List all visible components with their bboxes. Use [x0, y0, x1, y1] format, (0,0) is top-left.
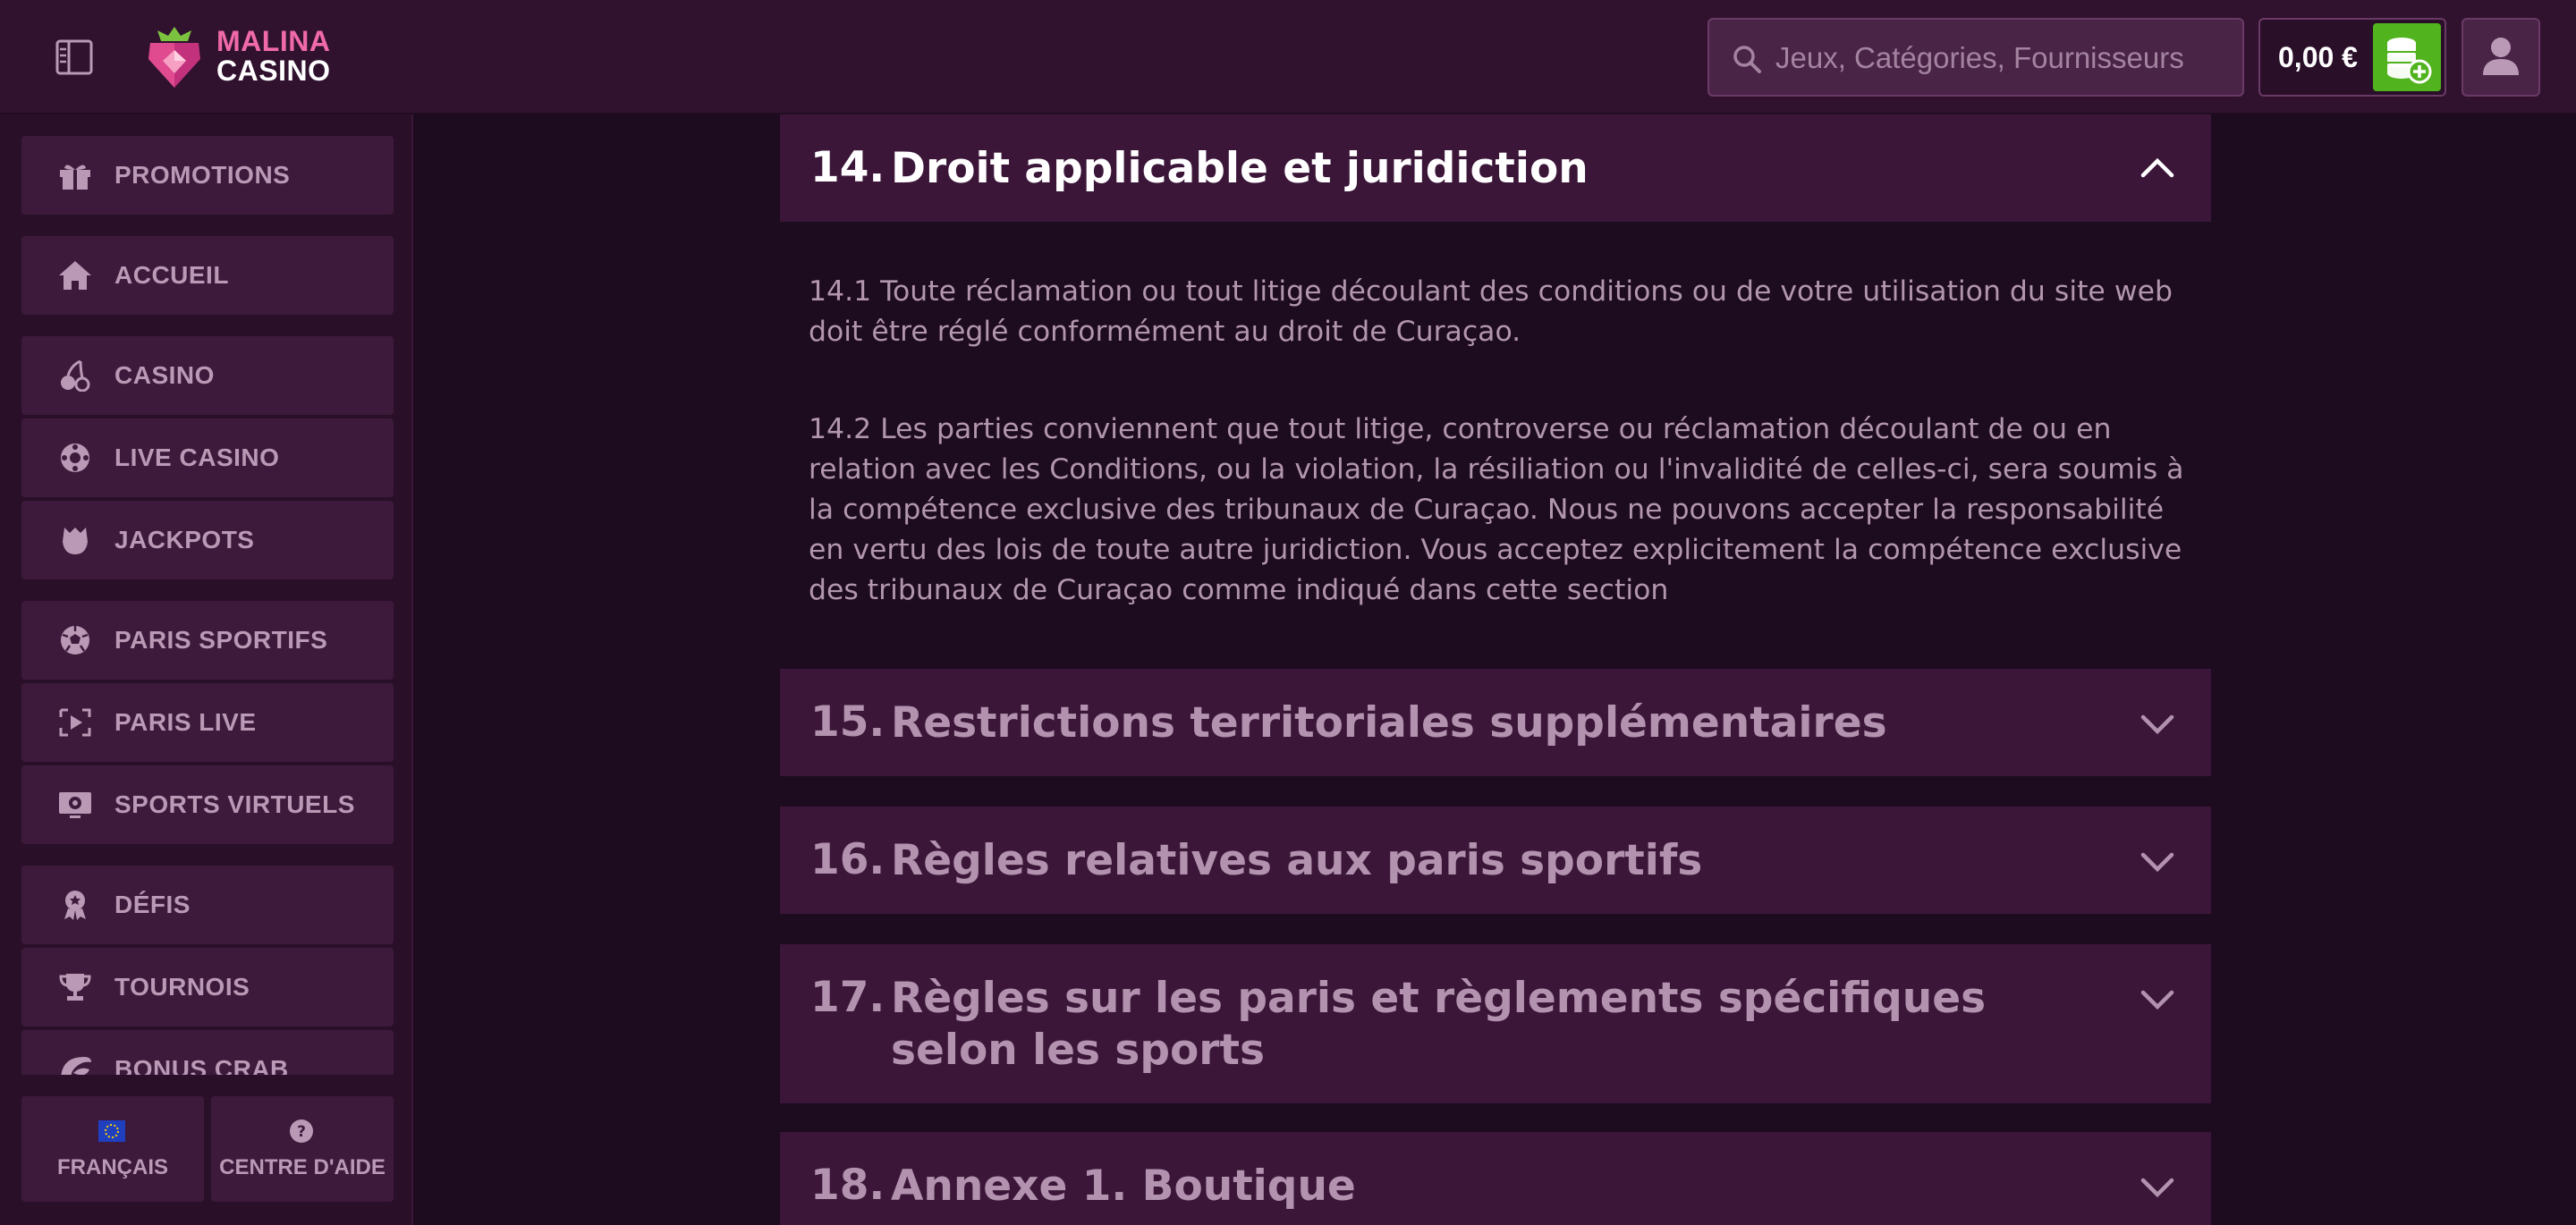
sidebar-item-label: SPORTS VIRTUELS [114, 790, 355, 818]
section-title: Restrictions territoriales supplémentair… [891, 698, 1887, 748]
sidebar-item-casino[interactable]: CASINO [21, 336, 394, 415]
eu-flag-icon [98, 1120, 125, 1142]
sidebar-item-defis[interactable]: DÉFIS [21, 866, 394, 944]
jackpot-icon [63, 528, 88, 554]
svg-text:?: ? [297, 1123, 306, 1141]
soccer-ball-icon [61, 626, 89, 655]
chevron-down-icon [2140, 852, 2174, 873]
section-number: 14. [810, 143, 886, 192]
cherries-icon [61, 359, 90, 392]
sidebar-item-label: ACCUEIL [114, 261, 229, 289]
accordion-section-16[interactable]: 16. Règles relatives aux paris sportifs [780, 807, 2211, 914]
search-icon [1733, 46, 1761, 73]
chevron-up-icon [2140, 157, 2174, 178]
chevron-down-icon [2140, 714, 2174, 735]
balance-amount: 0,00 € [2278, 41, 2358, 73]
virtual-sports-icon [59, 792, 91, 818]
brand-line-2: CASINO [216, 55, 331, 87]
accordion-section-18[interactable]: 18. Annexe 1. Boutique [780, 1132, 2211, 1225]
sidebar-item-jackpots[interactable]: JACKPOTS [21, 501, 394, 579]
accordion-section-17[interactable]: 17. Règles sur les paris et règlements s… [780, 944, 2211, 1103]
sidebar-item-label: CASINO [114, 361, 215, 389]
sidebar-item-label: PARIS SPORTIFS [114, 626, 328, 654]
sidebar-toggle-icon[interactable] [55, 39, 93, 75]
gift-icon [60, 165, 90, 190]
live-play-icon [59, 708, 91, 737]
coins-plus-icon [2387, 38, 2432, 84]
sidebar-item-paris-live[interactable]: PARIS LIVE [21, 683, 394, 762]
chevron-down-icon [2140, 990, 2174, 1010]
sidebar-item-accueil[interactable]: ACCUEIL [21, 236, 394, 315]
help-question-icon: ? [290, 1119, 313, 1143]
search-input[interactable] [1774, 20, 2233, 97]
trophy-icon [59, 974, 91, 1001]
search-box[interactable] [1707, 18, 2244, 97]
brand-logo[interactable]: MALINA CASINO [145, 23, 342, 89]
section-14-paragraph-2: 14.2 Les parties conviennent que tout li… [809, 413, 2184, 606]
sidebar: PROMOTIONS ACCUEIL CASINO LIVE CASINO JA… [0, 114, 413, 1225]
wallet-balance[interactable]: 0,00 € [2258, 18, 2446, 97]
section-title: Règles sur les paris et règlements spéci… [891, 974, 1987, 1075]
award-badge-icon [64, 891, 86, 920]
sidebar-item-sports-virtuels[interactable]: SPORTS VIRTUELS [21, 765, 394, 844]
sidebar-item-live-casino[interactable]: LIVE CASINO [21, 418, 394, 497]
section-number: 15. [810, 697, 886, 747]
sidebar-item-label: JACKPOTS [114, 526, 255, 553]
crab-claw-icon [61, 1057, 91, 1075]
language-label: FRANÇAIS [57, 1155, 168, 1179]
section-title: Annexe 1. Boutique [891, 1162, 1356, 1211]
accordion-section-14[interactable]: 14. Droit applicable et juridiction [780, 114, 2211, 222]
user-icon [2483, 38, 2519, 75]
sidebar-item-tournois[interactable]: TOURNOIS [21, 948, 394, 1026]
sidebar-item-label: PROMOTIONS [114, 161, 291, 189]
accordion-section-15[interactable]: 15. Restrictions territoriales supplémen… [780, 669, 2211, 776]
section-number: 17. [810, 973, 886, 1022]
top-header: MALINA CASINO 0,00 € [0, 0, 2576, 114]
sidebar-item-promotions[interactable]: PROMOTIONS [21, 136, 394, 215]
help-label: CENTRE D'AIDE [219, 1155, 386, 1179]
section-14-paragraph-1: 14.1 Toute réclamation ou tout litige dé… [809, 275, 2173, 348]
home-icon [59, 261, 91, 290]
sidebar-item-label: PARIS LIVE [114, 708, 257, 736]
help-center-button[interactable]: ? CENTRE D'AIDE [211, 1096, 394, 1202]
roulette-icon [61, 444, 89, 472]
section-number: 16. [810, 835, 886, 884]
sidebar-item-label: TOURNOIS [114, 973, 250, 1001]
section-title: Règles relatives aux paris sportifs [891, 836, 1703, 885]
section-title: Droit applicable et juridiction [891, 144, 1589, 193]
brand-wordmark: MALINA CASINO [216, 27, 330, 86]
profile-button[interactable] [2462, 18, 2540, 97]
chevron-down-icon [2140, 1178, 2174, 1198]
sidebar-item-label: DÉFIS [114, 891, 191, 918]
deposit-button[interactable] [2373, 23, 2441, 91]
brand-line-1: MALINA [216, 25, 331, 57]
sidebar-item-paris-sportifs[interactable]: PARIS SPORTIFS [21, 601, 394, 680]
raspberry-logo-icon [148, 27, 200, 88]
language-selector[interactable]: FRANÇAIS [21, 1096, 204, 1202]
sidebar-item-label: LIVE CASINO [114, 444, 280, 471]
section-number: 18. [810, 1161, 886, 1210]
